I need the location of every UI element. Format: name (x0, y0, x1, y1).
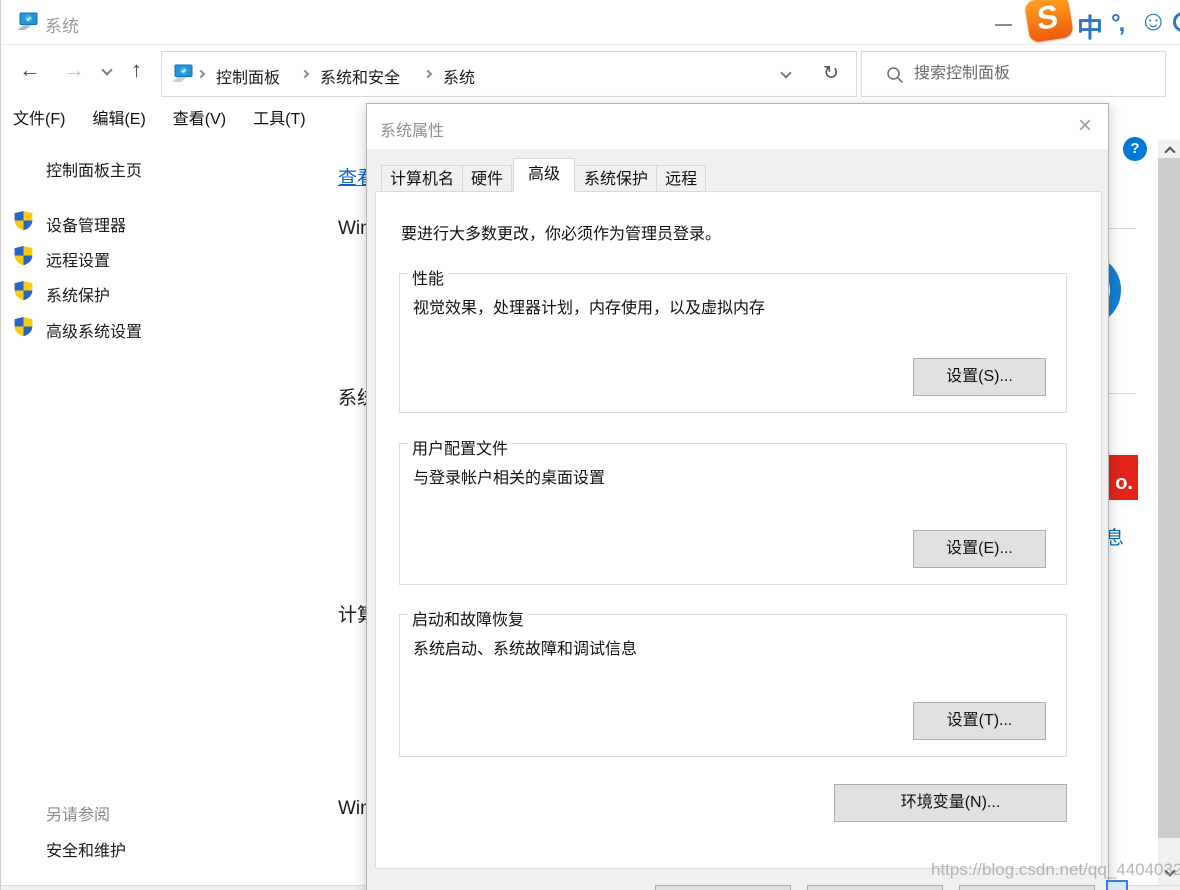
address-bar[interactable]: 控制面板 系统和安全 系统 (161, 51, 807, 97)
close-icon[interactable]: × (1074, 112, 1096, 140)
history-dropdown-icon[interactable] (101, 64, 112, 75)
section-fragment-windows-activation: Win (338, 798, 367, 820)
menu-view[interactable]: 查看(V) (173, 105, 226, 129)
uac-shield-icon (13, 316, 34, 337)
uac-shield-icon (13, 210, 34, 231)
breadcrumb-control-panel[interactable]: 控制面板 (216, 64, 280, 88)
section-fragment-computer-name: 计算 (338, 600, 367, 627)
breadcrumb-system[interactable]: 系统 (443, 64, 475, 88)
scroll-up-button[interactable] (1158, 140, 1180, 158)
ime-emoji-icon[interactable]: ☺ (1139, 5, 1168, 37)
search-input[interactable] (914, 62, 1154, 86)
performance-group: 性能 视觉效果，处理器计划，内存使用，以及虚拟内存 设置(S)... (399, 273, 1067, 413)
refresh-button[interactable]: ↻ (806, 51, 857, 97)
group-description: 系统启动、系统故障和调试信息 (413, 635, 637, 659)
dialog-cancel-button-partial[interactable] (807, 885, 943, 890)
breadcrumb-separator-icon[interactable] (424, 70, 432, 78)
window-titlebar: 系统 S 中 °, ☺ (1, 0, 1180, 45)
back-button[interactable]: ← (19, 59, 41, 81)
group-title: 性能 (408, 265, 448, 289)
section-fragment-windows-edition: Win (338, 218, 367, 240)
up-button[interactable]: ↑ (131, 59, 142, 81)
address-dropdown-icon[interactable] (780, 67, 791, 78)
performance-settings-button[interactable]: 设置(S)... (913, 358, 1046, 396)
dialog-title: 系统属性 (380, 117, 444, 141)
forward-button[interactable]: → (63, 59, 85, 81)
group-description: 视觉效果，处理器计划，内存使用，以及虚拟内存 (413, 294, 765, 318)
search-icon (886, 66, 904, 84)
system-properties-dialog: 系统属性 × 计算机名 硬件 高级 系统保护 远程 要进行大多数更改，你必须作为… (366, 103, 1109, 890)
breadcrumb-system-security[interactable]: 系统和安全 (320, 64, 400, 88)
sidebar-item-device-manager[interactable]: 设备管理器 (46, 212, 126, 236)
ime-punctuation-icon[interactable]: °, (1111, 10, 1123, 38)
menu-bar: 文件(F) 编辑(E) 查看(V) 工具(T) (1, 100, 361, 134)
breadcrumb-separator-icon (197, 70, 205, 78)
sidebar-item-advanced-system-settings[interactable]: 高级系统设置 (46, 318, 142, 342)
dialog-apply-button-partial[interactable] (959, 885, 1095, 890)
group-description: 与登录帐户相关的桌面设置 (413, 464, 605, 488)
dialog-titlebar[interactable]: 系统属性 × (367, 104, 1108, 149)
minimize-button[interactable] (995, 24, 1012, 26)
control-panel-system-window: 系统 S 中 °, ☺ ← → ↑ 控制面板 系统和安全 系统 ↻ (0, 0, 1180, 890)
menu-edit[interactable]: 编辑(E) (92, 105, 145, 129)
group-title: 用户配置文件 (408, 435, 512, 459)
uac-shield-icon (13, 280, 34, 301)
breadcrumb-separator-icon[interactable] (301, 70, 309, 78)
watermark-partial-icon (1106, 880, 1128, 890)
sidebar-item-control-panel-home[interactable]: 控制面板主页 (46, 157, 142, 181)
window-title: 系统 (45, 12, 79, 37)
ime-toolbar-partial-icon[interactable] (1173, 12, 1180, 32)
tab-system-protection[interactable]: 系统保护 (576, 165, 657, 192)
sidebar-item-security-maintenance[interactable]: 安全和维护 (46, 837, 126, 861)
dialog-tab-strip: 计算机名 硬件 高级 系统保护 远程 (381, 158, 706, 192)
search-box[interactable] (861, 51, 1166, 97)
tab-remote[interactable]: 远程 (657, 165, 706, 192)
vertical-scrollbar[interactable] (1158, 140, 1180, 890)
dialog-ok-button-partial[interactable] (655, 885, 791, 890)
page-title-fragment[interactable]: 查看 (338, 163, 367, 190)
sogou-ime-logo-icon[interactable]: S (1024, 0, 1074, 43)
help-button[interactable]: ? (1123, 137, 1147, 161)
menu-tools[interactable]: 工具(T) (253, 105, 305, 129)
startup-recovery-settings-button[interactable]: 设置(T)... (913, 702, 1046, 740)
see-also-heading: 另请参阅 (46, 801, 110, 825)
tab-advanced[interactable]: 高级 (513, 158, 575, 192)
user-profiles-settings-button[interactable]: 设置(E)... (913, 530, 1046, 568)
startup-recovery-group: 启动和故障恢复 系统启动、系统故障和调试信息 设置(T)... (399, 614, 1067, 757)
scrollbar-thumb[interactable] (1158, 158, 1180, 838)
ime-chinese-mode-icon[interactable]: 中 (1077, 8, 1103, 45)
group-title: 启动和故障恢复 (408, 606, 528, 630)
section-fragment-system: 系统 (338, 383, 367, 410)
sidebar-item-remote-settings[interactable]: 远程设置 (46, 247, 110, 271)
menu-file[interactable]: 文件(F) (13, 105, 65, 129)
computer-icon (15, 10, 39, 34)
user-profiles-group: 用户配置文件 与登录帐户相关的桌面设置 设置(E)... (399, 443, 1067, 585)
tab-computer-name[interactable]: 计算机名 (381, 165, 463, 192)
uac-shield-icon (13, 245, 34, 266)
computer-icon (170, 62, 194, 86)
admin-note: 要进行大多数更改，你必须作为管理员登录。 (401, 220, 721, 244)
sidebar-item-system-protection[interactable]: 系统保护 (46, 282, 110, 306)
csdn-watermark: https://blog.csdn.net/qq_44040327 (931, 860, 1180, 880)
advanced-tab-panel: 要进行大多数更改，你必须作为管理员登录。 性能 视觉效果，处理器计划，内存使用，… (375, 191, 1102, 869)
environment-variables-button[interactable]: 环境变量(N)... (834, 784, 1067, 822)
tab-hardware[interactable]: 硬件 (463, 165, 512, 192)
